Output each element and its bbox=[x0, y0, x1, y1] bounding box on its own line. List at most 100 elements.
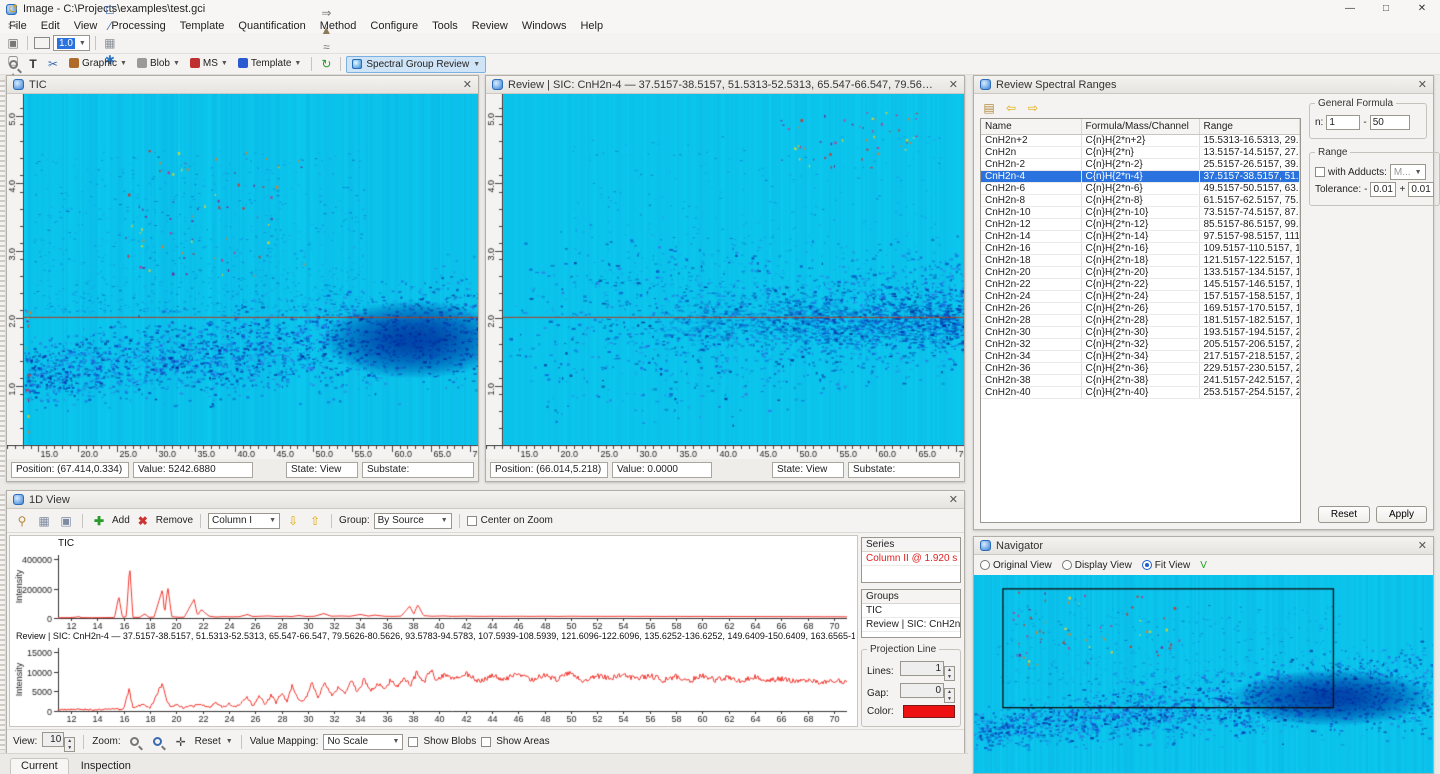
lines-spinner[interactable]: ▲▼ bbox=[944, 666, 955, 681]
close-icon[interactable]: ✕ bbox=[941, 493, 958, 506]
range-row-CnH2n-8[interactable]: CnH2n-8C{n}H{2*n-8}61.5157-62.5157, 75.5… bbox=[981, 194, 1300, 206]
zoom-reset-label[interactable]: Reset bbox=[195, 736, 221, 747]
reset-button[interactable]: Reset bbox=[1318, 506, 1370, 523]
navigator-image[interactable] bbox=[974, 575, 1433, 773]
group-combo[interactable]: By Source▼ bbox=[374, 513, 452, 529]
range-row-CnH2n-16[interactable]: CnH2n-16C{n}H{2*n-16}109.5157-110.5157, … bbox=[981, 242, 1300, 254]
view-count-spinner[interactable]: ▲▼ bbox=[64, 737, 75, 752]
radio-original-view[interactable]: Original View bbox=[980, 560, 1052, 571]
graphic-menu-button[interactable]: Graphic▼ bbox=[64, 55, 132, 72]
range-row-CnH2n-6[interactable]: CnH2n-6C{n}H{2*n-6}49.5157-50.5157, 63.5… bbox=[981, 182, 1300, 194]
review-2d-image[interactable] bbox=[503, 94, 964, 445]
close-icon[interactable]: ✕ bbox=[941, 78, 958, 91]
apply-button[interactable]: Apply bbox=[1376, 506, 1427, 523]
menu-windows[interactable]: Windows bbox=[515, 20, 574, 32]
projection-color-swatch[interactable] bbox=[903, 705, 955, 718]
tic-2d-image[interactable] bbox=[24, 94, 478, 445]
radio-display-view[interactable]: Display View bbox=[1062, 560, 1132, 571]
search-icon[interactable] bbox=[4, 56, 22, 73]
column-header-name[interactable]: Name bbox=[981, 119, 1081, 134]
menu-edit[interactable]: Edit bbox=[34, 20, 67, 32]
close-window-button[interactable]: ✕ bbox=[1404, 0, 1440, 18]
plot-icon[interactable]: ∕ bbox=[101, 18, 119, 35]
undo-icon[interactable]: ↺ bbox=[4, 1, 22, 18]
move-down-icon[interactable]: ⇩ bbox=[284, 512, 302, 529]
remove-label[interactable]: Remove bbox=[156, 515, 193, 526]
pan-icon[interactable]: ✛ bbox=[172, 733, 190, 750]
column-combo[interactable]: Column I▼ bbox=[208, 513, 280, 529]
menu-view[interactable]: View bbox=[67, 20, 105, 32]
colormap-icon[interactable] bbox=[33, 35, 51, 52]
range-row-CnH2n-36[interactable]: CnH2n-36C{n}H{2*n-36}229.5157-230.5157, … bbox=[981, 362, 1300, 374]
link-icon[interactable]: ⚲ bbox=[13, 512, 31, 529]
n-to-input[interactable]: 50 bbox=[1370, 115, 1410, 130]
adducts-combo[interactable]: M...▼ bbox=[1390, 164, 1426, 180]
lines-input[interactable]: 1 bbox=[900, 661, 944, 676]
gap-input[interactable]: 0 bbox=[900, 683, 944, 698]
range-row-CnH2n-2[interactable]: CnH2n-2C{n}H{2*n-2}25.5157-26.5157, 39.5… bbox=[981, 158, 1300, 170]
dock-grip[interactable] bbox=[0, 80, 5, 478]
spectral-group-review-button[interactable]: Spectral Group Review ▼ bbox=[346, 56, 486, 73]
apply-template-icon[interactable]: ▲ bbox=[317, 22, 335, 39]
range-row-CnH2n+2[interactable]: CnH2n+2C{n}H{2*n+2}15.5313-16.5313, 29.5… bbox=[981, 134, 1300, 146]
data-table-icon[interactable]: ▦ bbox=[101, 35, 119, 52]
range-row-CnH2n-24[interactable]: CnH2n-24C{n}H{2*n-24}157.5157-158.5157, … bbox=[981, 290, 1300, 302]
show-blobs-checkbox[interactable] bbox=[408, 737, 418, 747]
value-mapping-combo[interactable]: No Scale▼ bbox=[323, 734, 403, 750]
column-header-range[interactable]: Range bbox=[1199, 119, 1300, 134]
template-cut-icon[interactable]: ✂ bbox=[44, 56, 62, 73]
range-row-CnH2n[interactable]: CnH2nC{n}H{2*n}13.5157-14.5157, 27.5313.… bbox=[981, 146, 1300, 158]
close-icon[interactable]: ✕ bbox=[1410, 539, 1427, 552]
save-plot-icon[interactable]: ▦ bbox=[35, 512, 53, 529]
add-label[interactable]: Add bbox=[112, 515, 130, 526]
zoom-in-icon[interactable] bbox=[149, 733, 167, 750]
move-template-icon[interactable]: ⇒ bbox=[317, 5, 335, 22]
menu-configure[interactable]: Configure bbox=[363, 20, 425, 32]
range-row-CnH2n-32[interactable]: CnH2n-32C{n}H{2*n-32}205.5157-206.5157, … bbox=[981, 338, 1300, 350]
match-template-icon[interactable]: ≈ bbox=[317, 39, 335, 56]
tolerance-minus-input[interactable]: 0.01 bbox=[1370, 182, 1396, 197]
menu-tools[interactable]: Tools bbox=[425, 20, 465, 32]
prev-range-icon[interactable]: ⇦ bbox=[1002, 100, 1020, 117]
radio-fit-view[interactable]: Fit View bbox=[1142, 560, 1190, 571]
range-row-CnH2n-40[interactable]: CnH2n-40C{n}H{2*n-40}253.5157-254.5157, … bbox=[981, 386, 1300, 398]
zoom-window-icon[interactable]: ◻ bbox=[101, 1, 119, 18]
range-row-CnH2n-22[interactable]: CnH2n-22C{n}H{2*n-22}145.5157-146.5157, … bbox=[981, 278, 1300, 290]
center-on-zoom-checkbox[interactable] bbox=[467, 516, 477, 526]
tab-current[interactable]: Current bbox=[10, 758, 69, 774]
range-row-CnH2n-30[interactable]: CnH2n-30C{n}H{2*n-30}193.5157-194.5157, … bbox=[981, 326, 1300, 338]
copy-plot-icon[interactable]: ▣ bbox=[57, 512, 75, 529]
series-item[interactable]: Column II @ 1.920 s bbox=[862, 552, 960, 566]
with-adducts-checkbox[interactable] bbox=[1315, 167, 1325, 177]
menu-quantification[interactable]: Quantification bbox=[231, 20, 312, 32]
remove-icon[interactable]: ✖ bbox=[134, 512, 152, 529]
template-menu-button[interactable]: Template▼ bbox=[233, 55, 307, 72]
n-from-input[interactable]: 1 bbox=[1326, 115, 1360, 130]
view-count-input[interactable]: 10 bbox=[42, 732, 64, 747]
tolerance-plus-input[interactable]: 0.01 bbox=[1408, 182, 1434, 197]
range-row-CnH2n-38[interactable]: CnH2n-38C{n}H{2*n-38}241.5157-242.5157, … bbox=[981, 374, 1300, 386]
dock-grip[interactable] bbox=[0, 494, 5, 750]
menu-help[interactable]: Help bbox=[573, 20, 610, 32]
menu-review[interactable]: Review bbox=[465, 20, 515, 32]
range-row-CnH2n-34[interactable]: CnH2n-34C{n}H{2*n-34}217.5157-218.5157, … bbox=[981, 350, 1300, 362]
column-header-formula[interactable]: Formula/Mass/Channel bbox=[1081, 119, 1199, 134]
add-icon[interactable]: ✚ bbox=[90, 512, 108, 529]
range-row-CnH2n-10[interactable]: CnH2n-10C{n}H{2*n-10}73.5157-74.5157, 87… bbox=[981, 206, 1300, 218]
ms-menu-button[interactable]: MS▼ bbox=[185, 55, 233, 72]
next-range-icon[interactable]: ⇨ bbox=[1024, 100, 1042, 117]
show-areas-checkbox[interactable] bbox=[481, 737, 491, 747]
zoom-level-combo[interactable]: 1.0▼ bbox=[53, 35, 90, 51]
cut-icon[interactable]: ✂ bbox=[4, 18, 22, 35]
blob-menu-button[interactable]: Blob▼ bbox=[132, 55, 185, 72]
range-row-CnH2n-12[interactable]: CnH2n-12C{n}H{2*n-12}85.5157-86.5157, 99… bbox=[981, 218, 1300, 230]
range-row-CnH2n-18[interactable]: CnH2n-18C{n}H{2*n-18}121.5157-122.5157, … bbox=[981, 254, 1300, 266]
tic-1d-chart[interactable] bbox=[14, 551, 855, 631]
reprocess-icon[interactable]: ↻ bbox=[317, 56, 335, 73]
range-row-CnH2n-14[interactable]: CnH2n-14C{n}H{2*n-14}97.5157-98.5157, 11… bbox=[981, 230, 1300, 242]
tab-inspection[interactable]: Inspection bbox=[71, 759, 141, 774]
range-row-CnH2n-4[interactable]: CnH2n-4C{n}H{2*n-4}37.5157-38.5157, 51.5… bbox=[981, 170, 1300, 182]
group-item[interactable]: TIC bbox=[862, 604, 960, 618]
close-icon[interactable]: ✕ bbox=[455, 78, 472, 91]
export-ranges-icon[interactable]: ▤ bbox=[980, 100, 998, 117]
